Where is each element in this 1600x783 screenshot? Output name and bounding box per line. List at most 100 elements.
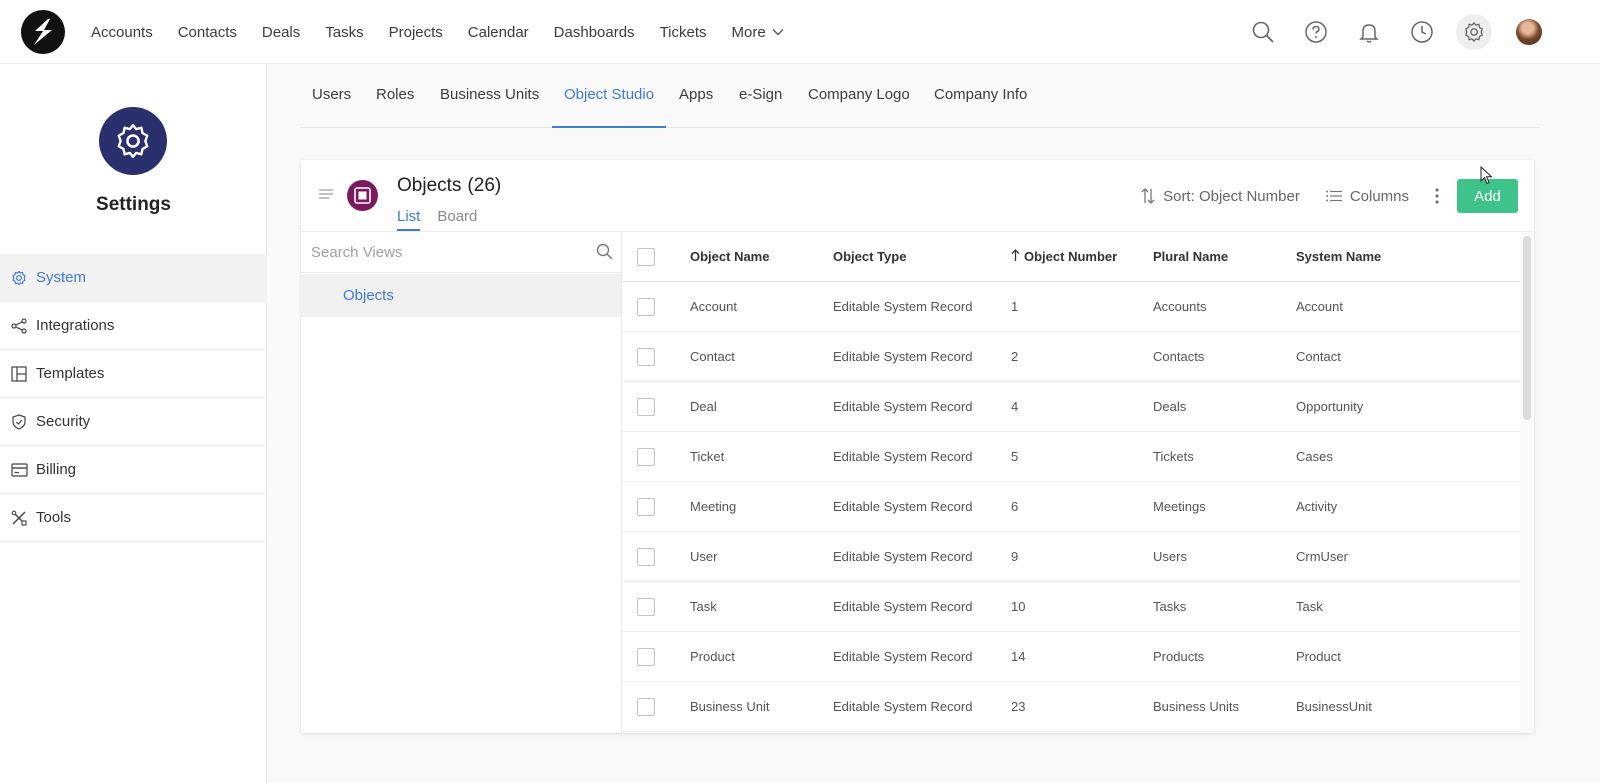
nav-more-label: More (731, 23, 766, 41)
column-header-object-type[interactable]: Object Type (833, 232, 906, 282)
cell-plural-name: Tickets (1153, 449, 1194, 464)
table-scrollbar[interactable] (1523, 236, 1531, 420)
cell-system-name: CrmUser (1296, 549, 1348, 564)
nav-accounts[interactable]: Accounts (91, 24, 153, 41)
column-header-object-name[interactable]: Object Name (690, 232, 769, 282)
cell-object-number: 9 (1011, 549, 1019, 564)
tab-object-studio[interactable]: Object Studio (552, 64, 667, 128)
sidebar-item-integrations[interactable]: Integrations (0, 302, 267, 350)
nav-more-dropdown[interactable]: More (732, 24, 784, 41)
table-row[interactable]: Account Editable System Record 1 Account… (622, 282, 1520, 332)
table-row[interactable]: Deal Editable System Record 4 Deals Oppo… (622, 382, 1520, 432)
sort-button[interactable]: Sort: Object Number (1141, 187, 1300, 205)
column-header-object-number[interactable]: Object Number (1011, 232, 1117, 282)
row-checkbox[interactable] (637, 698, 655, 716)
table-row[interactable]: Ticket Editable System Record 5 Tickets … (622, 432, 1520, 482)
tab-company-info[interactable]: Company Info (922, 64, 1039, 128)
sidebar-item-templates[interactable]: Templates (0, 350, 267, 398)
cell-system-name: Activity (1296, 499, 1338, 514)
table-row[interactable]: User Editable System Record 9 Users CrmU… (622, 532, 1520, 582)
cell-object-type: Editable System Record (833, 699, 973, 714)
search-icon[interactable] (1245, 14, 1281, 50)
row-checkbox[interactable] (637, 648, 655, 666)
cell-object-number: 6 (1011, 499, 1019, 514)
table-header: Object Name Object Type Object Number Pl… (622, 232, 1520, 282)
card-header: Objects (26) List Board Sort: Object Numb… (301, 160, 1534, 232)
columns-button[interactable]: Columns (1326, 188, 1409, 205)
object-studio-icon (347, 180, 378, 211)
nav-tasks[interactable]: Tasks (325, 24, 363, 41)
settings-tabs: Users Roles Business Units Object Studio… (300, 64, 1540, 128)
nav-calendar[interactable]: Calendar (468, 24, 529, 41)
tab-users[interactable]: Users (300, 64, 363, 128)
cell-system-name: Task (1296, 599, 1323, 614)
table-row[interactable]: Contact Editable System Record 2 Contact… (622, 332, 1520, 382)
nav-tickets[interactable]: Tickets (660, 24, 707, 41)
column-header-label: Object Number (1024, 249, 1118, 264)
sidebar-item-label: Security (36, 413, 91, 430)
chevron-down-icon (772, 29, 784, 36)
sidebar-item-tools[interactable]: Tools (0, 494, 267, 542)
cell-object-number: 2 (1011, 349, 1019, 364)
row-checkbox[interactable] (637, 348, 655, 366)
objects-title: Objects (26) (397, 175, 501, 197)
row-checkbox[interactable] (637, 298, 655, 316)
cell-object-type: Editable System Record (833, 299, 973, 314)
sidebar-item-security[interactable]: Security (0, 398, 267, 446)
nav-projects[interactable]: Projects (389, 24, 443, 41)
sidebar-item-billing[interactable]: Billing (0, 446, 267, 494)
sidebar-item-label: Integrations (36, 317, 115, 334)
sidebar-item-system[interactable]: System (0, 254, 267, 302)
row-checkbox[interactable] (637, 548, 655, 566)
gear-icon (10, 269, 28, 287)
tab-business-units[interactable]: Business Units (428, 64, 551, 128)
columns-label: Columns (1349, 187, 1409, 205)
drag-handle-icon[interactable] (319, 189, 333, 199)
cell-object-number: 1 (1011, 299, 1019, 314)
row-checkbox[interactable] (637, 398, 655, 416)
column-header-system-name[interactable]: System Name (1296, 232, 1381, 282)
row-checkbox[interactable] (637, 448, 655, 466)
card-icon (10, 461, 28, 479)
cell-plural-name: Contacts (1153, 349, 1205, 364)
column-header-plural-name[interactable]: Plural Name (1153, 232, 1228, 282)
select-all-checkbox[interactable] (637, 248, 655, 266)
main-nav: Accounts Contacts Deals Tasks Projects C… (91, 0, 784, 64)
table-row[interactable]: Meeting Editable System Record 6 Meeting… (622, 482, 1520, 532)
clock-icon[interactable] (1404, 14, 1440, 50)
tab-e-sign[interactable]: e-Sign (727, 64, 794, 128)
nav-contacts[interactable]: Contacts (178, 24, 237, 41)
bell-icon[interactable] (1351, 14, 1387, 50)
tab-apps[interactable]: Apps (667, 64, 725, 128)
view-item-objects[interactable]: Objects (301, 274, 621, 317)
search-icon[interactable] (596, 243, 613, 260)
cell-object-number: 10 (1011, 599, 1026, 614)
tab-board[interactable]: Board (437, 208, 477, 231)
tab-company-logo[interactable]: Company Logo (796, 64, 922, 128)
top-navigation-bar: Accounts Contacts Deals Tasks Projects C… (0, 0, 1600, 64)
nav-deals[interactable]: Deals (262, 24, 300, 41)
table-row[interactable]: Business Unit Editable System Record 23 … (622, 682, 1520, 732)
objects-count: (26) (467, 175, 502, 196)
row-checkbox[interactable] (637, 498, 655, 516)
user-avatar[interactable] (1516, 19, 1542, 45)
nav-dashboards[interactable]: Dashboards (554, 24, 635, 41)
app-logo[interactable] (21, 10, 65, 54)
help-icon[interactable] (1298, 14, 1334, 50)
search-views-input[interactable] (311, 240, 581, 264)
cell-plural-name: Products (1153, 649, 1205, 664)
list-icon (1326, 190, 1342, 202)
tab-list[interactable]: List (397, 208, 421, 231)
gear-icon[interactable] (1456, 14, 1492, 50)
table-row[interactable]: Product Editable System Record 14 Produc… (622, 632, 1520, 682)
tab-roles[interactable]: Roles (364, 64, 426, 128)
sidebar-item-label: Tools (36, 509, 72, 526)
more-options-icon[interactable] (1435, 188, 1439, 204)
cell-object-type: Editable System Record (833, 549, 973, 564)
table-row[interactable]: Task Editable System Record 10 Tasks Tas… (622, 582, 1520, 632)
mouse-pointer-icon (1480, 166, 1493, 185)
row-checkbox[interactable] (637, 598, 655, 616)
cell-object-name: Product (690, 649, 735, 664)
cell-system-name: Product (1296, 649, 1341, 664)
cell-object-type: Editable System Record (833, 449, 973, 464)
